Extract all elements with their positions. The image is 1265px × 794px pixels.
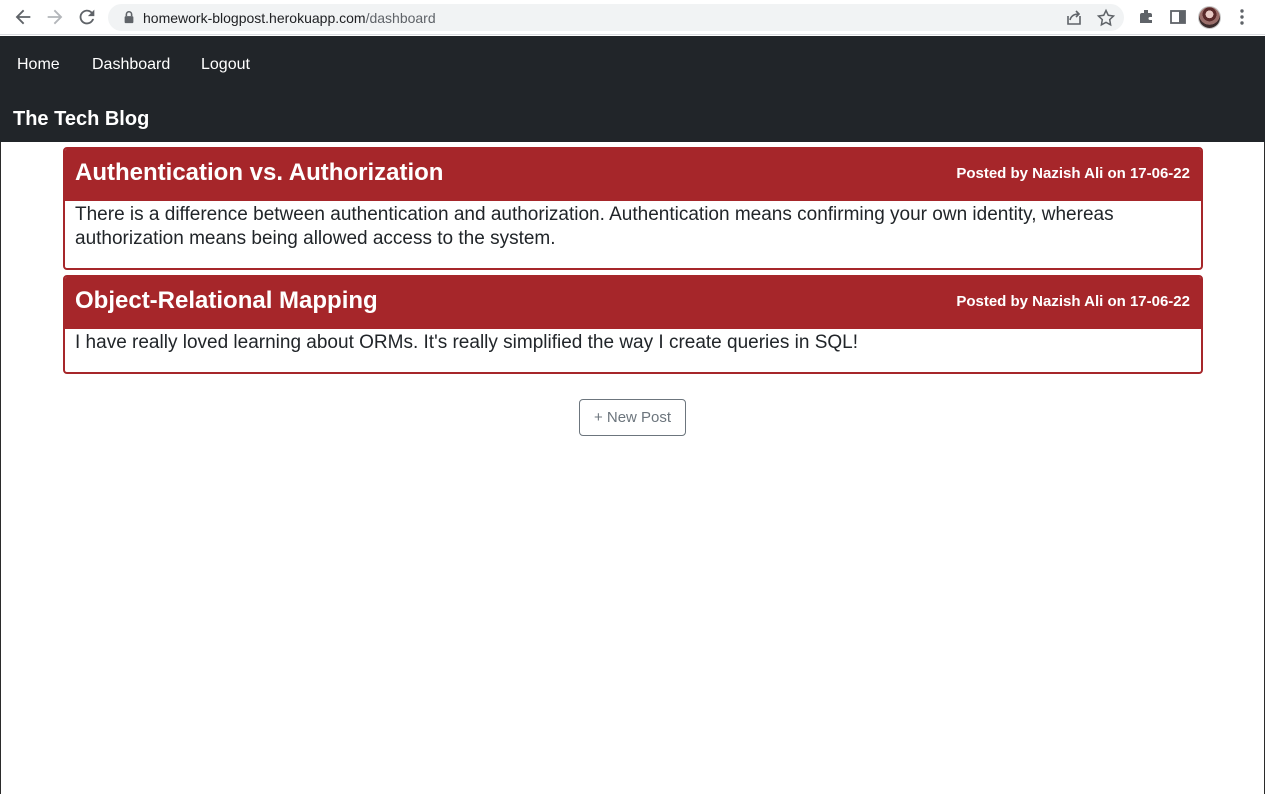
nav-dashboard-link[interactable]: Dashboard [92, 56, 170, 74]
star-icon[interactable] [1096, 8, 1116, 28]
url-path: /dashboard [365, 10, 436, 26]
extensions-icon[interactable] [1136, 7, 1156, 27]
lock-icon[interactable] [122, 10, 136, 24]
back-icon[interactable] [12, 6, 34, 28]
new-post-button[interactable]: + New Post [579, 399, 686, 436]
post-title[interactable]: Authentication vs. Authorization [75, 159, 443, 187]
share-icon[interactable] [1064, 8, 1084, 28]
post-meta: Posted by Nazish Ali on 17-06-22 [956, 293, 1190, 310]
url-host: homework-blogpost.herokuapp.com [143, 10, 366, 26]
nav-home-link[interactable]: Home [17, 56, 60, 74]
post-header: Authentication vs. Authorization Posted … [65, 149, 1201, 201]
side-panel-icon[interactable] [1168, 7, 1188, 27]
post-title[interactable]: Object-Relational Mapping [75, 287, 378, 315]
post-meta: Posted by Nazish Ali on 17-06-22 [956, 165, 1190, 182]
reload-icon[interactable] [76, 6, 98, 28]
browser-toolbar: homework-blogpost.herokuapp.com/dashboar… [0, 0, 1265, 35]
profile-avatar[interactable] [1198, 6, 1221, 29]
post-body: There is a difference between authentica… [75, 204, 1114, 249]
post-card[interactable]: Object-Relational Mapping Posted by Nazi… [63, 275, 1203, 374]
post-header: Object-Relational Mapping Posted by Nazi… [65, 277, 1201, 329]
site-header: Home Dashboard Logout The Tech Blog [0, 36, 1265, 142]
address-bar[interactable]: homework-blogpost.herokuapp.com/dashboar… [108, 4, 1124, 31]
url-text[interactable]: homework-blogpost.herokuapp.com/dashboar… [143, 10, 436, 26]
menu-dots-icon[interactable] [1232, 7, 1252, 27]
site-brand: The Tech Blog [13, 108, 150, 130]
post-body: I have really loved learning about ORMs.… [75, 332, 858, 353]
nav-logout-link[interactable]: Logout [201, 56, 250, 74]
post-card[interactable]: Authentication vs. Authorization Posted … [63, 147, 1203, 270]
forward-icon[interactable] [44, 6, 66, 28]
